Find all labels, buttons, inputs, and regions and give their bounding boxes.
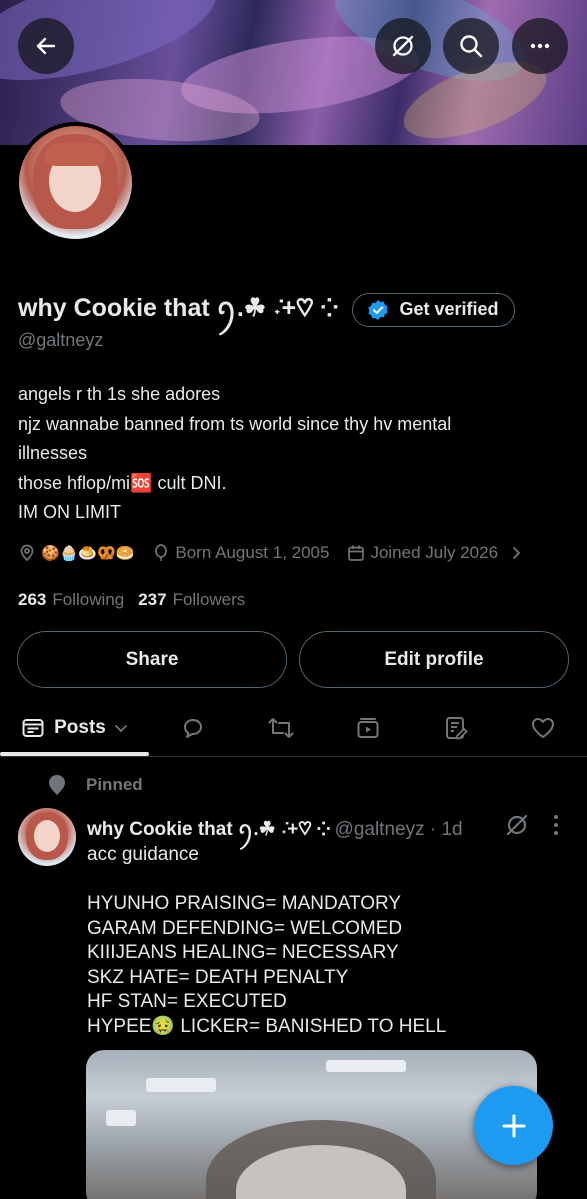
search-icon [460,35,483,58]
tab-posts-label: Posts [54,717,106,738]
birthday-text: Born August 1, 2005 [175,543,330,562]
edit-profile-button[interactable]: Edit profile [299,631,569,688]
following-link[interactable]: 263 Following [18,590,124,610]
profile-name-row: why Cookie that ꪆ.☘︎ ݁˖+♡︎ ⁘ Get verifie… [18,283,516,336]
location-text: 🍪🧁🍮🥨🥯 [41,545,135,562]
chevron-right-icon [513,547,521,559]
grok-button[interactable] [375,18,431,74]
bio-line: IM ON LIMIT [18,502,121,522]
profile-bio: angels r th 1s she adores njz wannabe ba… [18,380,558,528]
back-button[interactable] [18,18,74,74]
pin-icon [49,775,65,795]
joined-text: Joined July 2026 [370,543,499,562]
more-horizontal-icon [530,43,550,49]
pinned-indicator: Pinned [46,773,143,797]
tabs-divider [0,756,587,757]
following-count: 263 [18,590,47,609]
location-item: 🍪🧁🍮🥨🥯 [18,544,134,562]
balloon-icon [155,544,168,561]
compose-post-button[interactable] [474,1086,553,1165]
pinned-label: Pinned [86,775,143,794]
get-verified-button[interactable]: Get verified [352,292,516,327]
media-icon [357,718,379,738]
grok-icon [392,35,414,57]
post-author-avatar[interactable] [18,808,76,866]
bio-line: njz wannabe banned from ts world since t… [18,413,452,464]
followers-label: Followers [172,590,246,609]
followers-count: 237 [138,590,167,609]
search-button[interactable] [443,18,499,74]
profile-tabs: Posts [0,700,587,756]
plus-icon [502,1114,525,1137]
like-icon [532,718,554,738]
tab-replies[interactable] [165,700,221,756]
more-button[interactable] [512,18,568,74]
tab-posts[interactable]: Posts [0,700,149,756]
birthday-item: Born August 1, 2005 [152,543,329,563]
post-author-handle[interactable]: @galtneyz · 1d [335,819,463,841]
posts-feed-icon [22,719,44,737]
bio-line: angels r th 1s she adores [18,384,221,404]
tab-articles[interactable] [428,700,484,756]
profile-meta: 🍪🧁🍮🥨🥯 Born August 1, 2005 Joined July 20… [18,543,541,563]
bio-line: those hflop/mi🆘 cult DNI. [18,472,227,493]
repost-icon [268,718,294,738]
verified-badge-icon [368,299,389,320]
tab-reposts[interactable] [253,700,309,756]
share-button[interactable]: Share [17,631,287,688]
joined-item[interactable]: Joined July 2026 [347,543,523,563]
profile-avatar[interactable] [15,122,136,243]
tab-media[interactable] [340,700,396,756]
post-media-image[interactable] [86,1050,537,1199]
following-label: Following [52,590,125,609]
follow-stats: 263 Following 237 Followers [18,590,245,610]
chevron-down-icon [114,725,127,733]
more-vertical-icon[interactable] [551,813,561,837]
followers-link[interactable]: 237 Followers [138,590,245,610]
post-text: acc guidance HYUNHO PRAISING= MANDATORY … [87,844,447,1037]
calendar-icon [348,545,365,561]
articles-icon [446,717,468,740]
location-pin-icon [20,544,34,562]
display-name: why Cookie that ꪆ.☘︎ ݁˖+♡︎ ⁘ [18,294,339,322]
arrow-left-icon [36,37,56,55]
get-verified-label: Get verified [399,299,499,319]
profile-handle: @galtneyz [18,330,104,350]
grok-icon[interactable] [504,812,530,838]
tab-likes[interactable] [515,700,571,756]
reply-icon [184,719,202,738]
